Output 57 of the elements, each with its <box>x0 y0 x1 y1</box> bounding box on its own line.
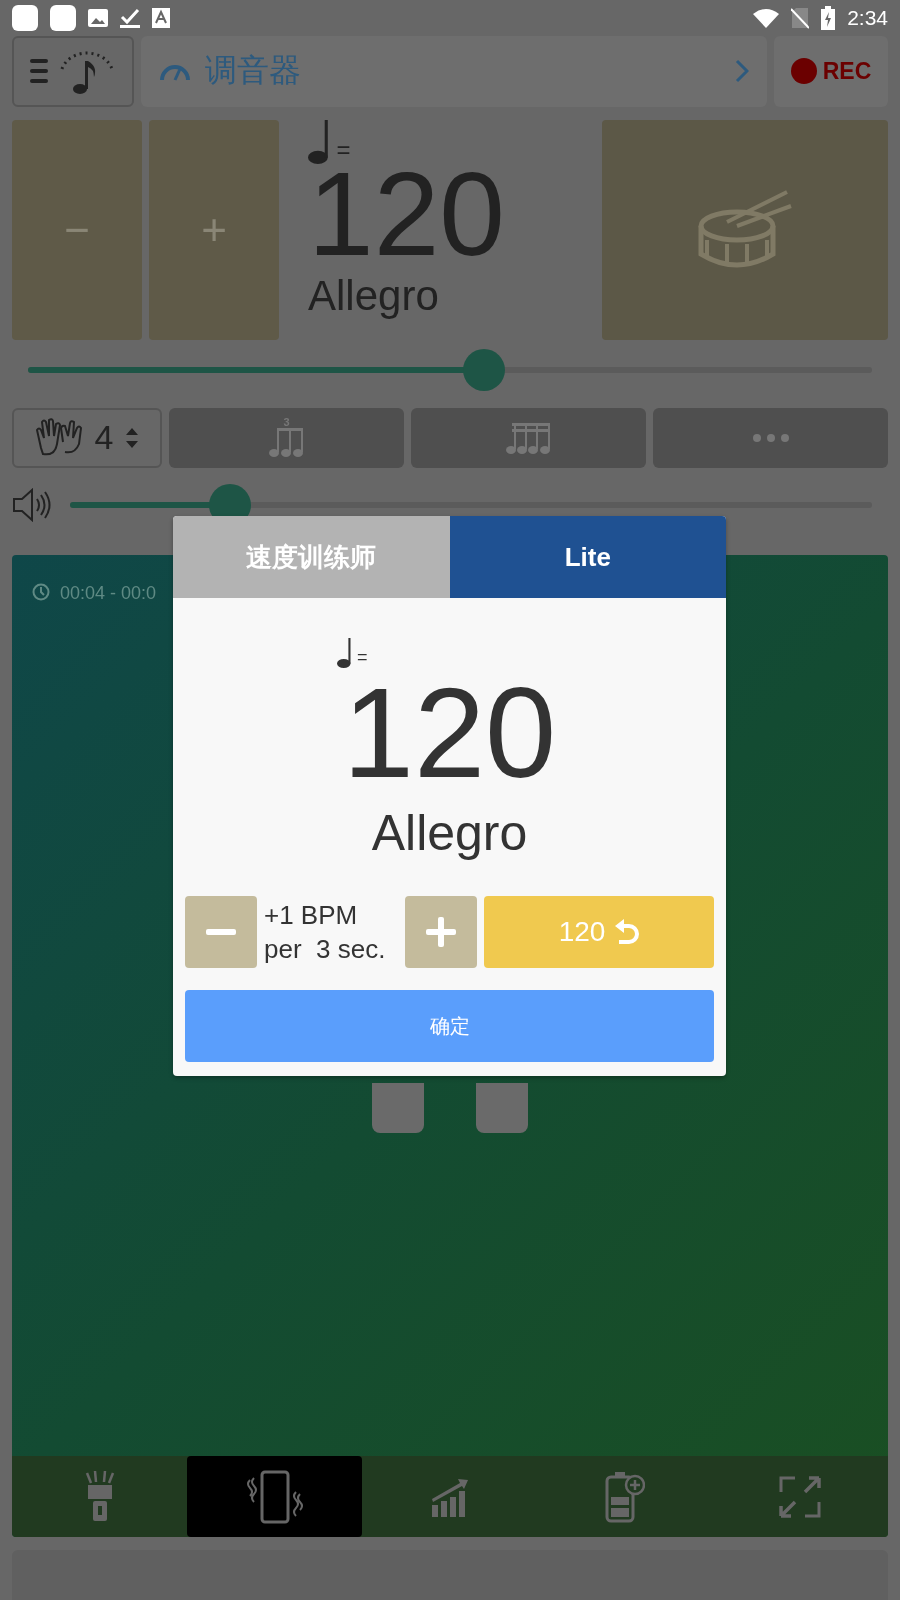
timer-text: 00:04 - 00:0 <box>60 583 157 605</box>
record-button[interactable]: REC <box>774 35 888 108</box>
triplet-notes-icon <box>268 428 305 459</box>
dialog-tab[interactable]: Lite <box>449 516 726 598</box>
pause-bar <box>372 1083 424 1133</box>
battery-plus-icon <box>605 1470 646 1523</box>
increase-tempo-button[interactable]: + <box>149 120 279 341</box>
equals-sign: = <box>336 136 351 165</box>
no-sim-icon <box>791 6 810 29</box>
menu-icon <box>30 58 48 85</box>
sixteenth-notes-icon <box>505 421 552 454</box>
checkmark-icon <box>120 7 140 28</box>
drum-icon <box>697 190 793 271</box>
tempo-value: 120 <box>308 164 506 265</box>
dialog-tab[interactable]: 速度训练师 <box>173 516 450 598</box>
tuner-bar[interactable]: 调音器 <box>141 35 767 108</box>
more-icon <box>752 433 789 442</box>
more-button[interactable] <box>653 407 888 468</box>
decrease-tempo-button[interactable]: − <box>12 120 142 341</box>
clapping-hands-icon <box>34 417 83 458</box>
vibrating-phone-icon <box>245 1469 304 1524</box>
clock-icon <box>32 583 50 602</box>
plus-icon <box>426 917 456 947</box>
battery-charging-icon <box>821 5 836 30</box>
tuner-title: 调音器 <box>205 51 302 91</box>
expand-icon <box>779 1475 822 1518</box>
image-icon <box>88 8 108 27</box>
notification-icon <box>12 4 38 31</box>
pause-bar <box>476 1083 528 1133</box>
speaker-icon <box>12 488 52 523</box>
tempo-slider[interactable] <box>28 349 872 392</box>
minus-icon <box>206 929 236 935</box>
step-interval: per 3 sec. <box>264 933 387 966</box>
font-icon <box>152 7 170 28</box>
chevron-right-icon <box>735 59 749 84</box>
slider-thumb[interactable] <box>462 349 505 392</box>
tempo-marking: Allegro <box>308 272 440 321</box>
toolbar-item[interactable] <box>187 1456 363 1538</box>
tempo-marking: Allegro <box>371 804 528 862</box>
undo-icon <box>613 918 640 946</box>
bar-chart-icon <box>430 1476 470 1517</box>
beats-value: 4 <box>94 418 114 458</box>
clock-time: 2:34 <box>847 5 888 30</box>
record-dot-icon <box>790 58 817 85</box>
step-amount: +1 BPM <box>264 899 359 932</box>
sixteenth-button[interactable] <box>411 407 646 468</box>
wifi-icon <box>753 7 780 28</box>
reset-tempo-button[interactable]: 120 <box>484 896 714 968</box>
confirm-button[interactable]: 确定 <box>185 990 714 1062</box>
equals-sign: = <box>357 647 368 668</box>
tempo-value: 120 <box>342 668 557 798</box>
decrease-step-button[interactable] <box>185 896 257 968</box>
increase-step-button[interactable] <box>405 896 477 968</box>
beats-selector[interactable]: 4 <box>12 407 162 468</box>
menu-button[interactable] <box>12 35 134 108</box>
drum-button[interactable] <box>602 120 888 341</box>
notification-icon <box>50 4 76 31</box>
